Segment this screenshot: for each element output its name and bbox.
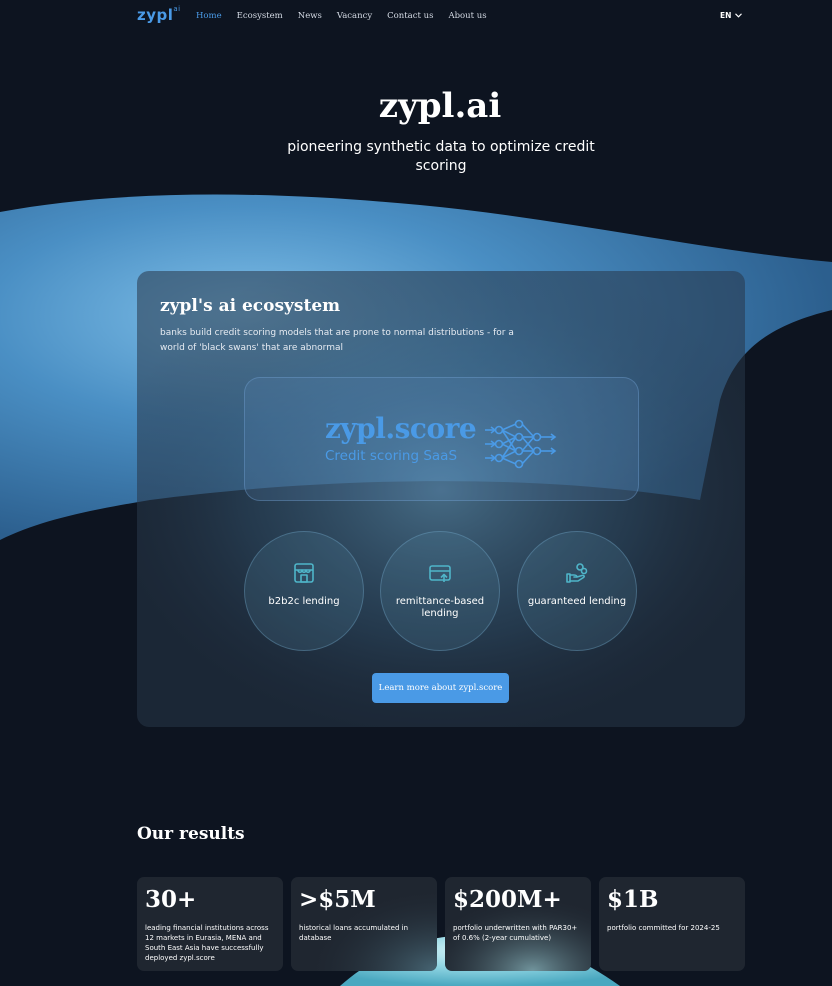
product-tagline: Credit scoring SaaS — [325, 448, 458, 464]
nav-links: Home Ecosystem News Vacancy Contact us A… — [196, 11, 502, 21]
hand-coins-icon — [566, 563, 588, 583]
product-name: zypl.score — [325, 412, 477, 445]
segment-guaranteed[interactable]: guaranteed lending — [517, 531, 637, 651]
store-icon — [294, 563, 314, 583]
chevron-down-icon — [735, 13, 743, 18]
logo-sup: ai — [173, 5, 181, 13]
logo-text: zypl — [137, 6, 174, 24]
neural-network-icon — [485, 419, 557, 469]
nav-link-news[interactable]: News — [298, 11, 322, 21]
segment-label: b2b2c lending — [268, 596, 340, 607]
nav-link-vacancy[interactable]: Vacancy — [337, 11, 372, 21]
language-selector[interactable]: EN — [720, 11, 743, 20]
nav-link-home[interactable]: Home — [196, 11, 222, 21]
stat-card: >$5M historical loans accumulated in dat… — [291, 877, 437, 971]
hero-subtitle: pioneering synthetic data to optimize cr… — [287, 139, 595, 174]
nav-link-ecosystem[interactable]: Ecosystem — [237, 11, 283, 21]
stat-card: 30+ leading financial institutions acros… — [137, 877, 283, 971]
stat-value: $200M+ — [453, 886, 562, 913]
hero-title: zypl.ai — [378, 86, 502, 126]
top-nav: zyplai Home Ecosystem News Vacancy Conta… — [0, 0, 832, 34]
results-title: Our results — [137, 824, 245, 844]
stat-description: historical loans accumulated in database — [299, 924, 409, 942]
stat-description: leading financial institutions across 12… — [145, 924, 269, 962]
segment-remittance[interactable]: remittance-based lending — [380, 531, 500, 651]
segment-label: remittance-based lending — [395, 596, 485, 619]
nav-link-about[interactable]: About us — [448, 11, 486, 21]
ecosystem-description: banks build credit scoring models that a… — [160, 328, 514, 353]
nav-link-contact[interactable]: Contact us — [387, 11, 433, 21]
page: zyplai Home Ecosystem News Vacancy Conta… — [0, 0, 832, 986]
logo[interactable]: zyplai — [137, 5, 181, 24]
stat-value: >$5M — [299, 886, 376, 913]
language-label: EN — [720, 11, 732, 20]
ecosystem-title: zypl's ai ecosystem — [160, 296, 341, 316]
stat-value: 30+ — [145, 886, 197, 913]
stat-card: $200M+ portfolio underwritten with PAR30… — [445, 877, 591, 971]
segment-b2b2c[interactable]: b2b2c lending — [244, 531, 364, 651]
stat-card: $1B portfolio committed for 2024-25 — [599, 877, 745, 971]
zypl-score-panel[interactable]: zypl.score Credit scoring SaaS — [244, 377, 639, 501]
card-transfer-icon — [429, 565, 451, 582]
segment-label: guaranteed lending — [527, 596, 627, 607]
stat-value: $1B — [607, 886, 659, 913]
stat-description: portfolio committed for 2024-25 — [607, 924, 720, 932]
learn-more-button[interactable]: Learn more about zypl.score — [372, 673, 509, 703]
ecosystem-card: zypl's ai ecosystem banks build credit s… — [137, 271, 745, 727]
stat-description: portfolio underwritten with PAR30+ of 0.… — [453, 924, 578, 942]
